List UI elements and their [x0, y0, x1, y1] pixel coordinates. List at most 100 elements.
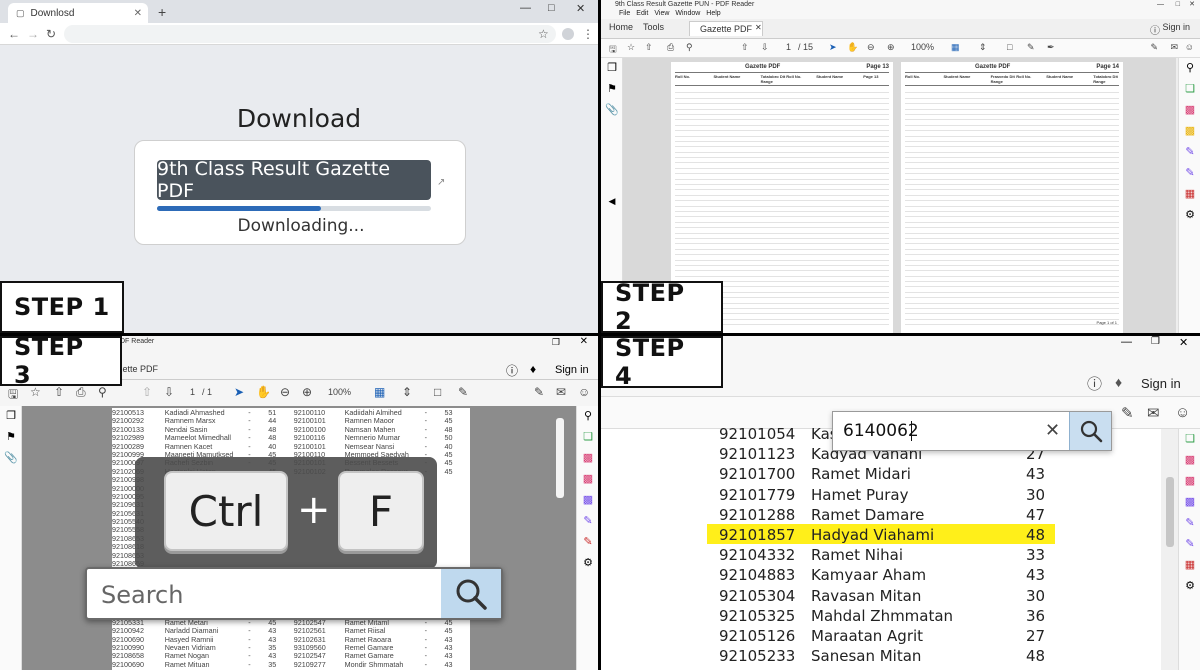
- export-pdf-icon[interactable]: ❏: [1179, 429, 1200, 450]
- select-cursor-icon[interactable]: ➤: [829, 42, 837, 53]
- profile-avatar[interactable]: [562, 28, 574, 40]
- minimize-icon[interactable]: —: [520, 2, 531, 14]
- share-user-icon[interactable]: ☺: [578, 385, 590, 399]
- zoom-in-icon[interactable]: ⊕: [887, 42, 895, 53]
- attachment-icon[interactable]: 📎: [0, 448, 22, 469]
- zoom-in-icon[interactable]: ⊕: [302, 385, 312, 399]
- organize-pages-icon[interactable]: ▦: [1179, 555, 1200, 576]
- attachment-icon[interactable]: 📎: [601, 100, 623, 121]
- menu-help[interactable]: Help: [706, 10, 720, 19]
- edit-pdf-icon[interactable]: ✎: [1179, 534, 1200, 555]
- tab-gazette-pdf[interactable]: zette PDF: [118, 364, 158, 374]
- highlight-pen-icon[interactable]: ✎: [458, 385, 468, 399]
- share-user-icon[interactable]: ☺: [1185, 42, 1194, 52]
- back-icon[interactable]: ←: [8, 27, 20, 41]
- download-pdf-button[interactable]: 9th Class Result Gazette PDF: [157, 158, 431, 202]
- close-window-icon[interactable]: ✕: [580, 336, 588, 347]
- scroll-mode-icon[interactable]: ⇕: [402, 385, 412, 399]
- close-tab-icon[interactable]: ✕: [134, 8, 142, 19]
- maximize-icon[interactable]: □: [548, 2, 555, 14]
- sign-in-link[interactable]: Sign in: [1162, 22, 1190, 32]
- more-tools-icon[interactable]: ⚙: [1179, 205, 1200, 226]
- print-icon[interactable]: ⎙: [667, 42, 674, 53]
- upload-icon[interactable]: ⇧: [645, 42, 653, 53]
- help-icon[interactable]: ⓘ: [1087, 373, 1102, 394]
- close-tab-icon[interactable]: ✕: [755, 23, 762, 32]
- pages-thumbnail-icon[interactable]: ❐: [601, 58, 623, 79]
- comment-tool-icon[interactable]: ▩: [1179, 492, 1200, 513]
- address-bar[interactable]: [64, 25, 556, 43]
- search-icon[interactable]: ⚲: [1179, 58, 1200, 79]
- fit-page-icon[interactable]: ▦: [951, 42, 960, 53]
- organize-pages-icon[interactable]: ▦: [1179, 184, 1200, 205]
- email-icon[interactable]: ✉: [1170, 42, 1178, 53]
- create-pdf-icon[interactable]: ▩: [1179, 450, 1200, 471]
- save-icon[interactable]: 🖫: [609, 42, 617, 58]
- highlight-pen-icon[interactable]: ✎: [1027, 42, 1035, 53]
- export-pdf-icon[interactable]: ❏: [577, 427, 598, 448]
- scroll-mode-icon[interactable]: ⇕: [979, 42, 987, 53]
- fill-sign-icon[interactable]: ✎: [577, 511, 598, 532]
- edit-pdf-icon[interactable]: ✎: [1179, 163, 1200, 184]
- sign-in-link[interactable]: Sign in: [1141, 376, 1181, 391]
- page-up-icon[interactable]: ⇧: [142, 385, 152, 399]
- fill-sign-icon[interactable]: ✎: [1179, 513, 1200, 534]
- edit-pdf-icon[interactable]: ✎: [577, 532, 598, 553]
- bookmark-icon[interactable]: ⚑: [0, 427, 22, 448]
- find-search-button[interactable]: [1069, 412, 1111, 450]
- browser-tab[interactable]: ▢ Downlosd ✕: [8, 3, 148, 23]
- fit-page-icon[interactable]: ▦: [374, 385, 385, 399]
- fill-sign-icon[interactable]: ✎: [1179, 142, 1200, 163]
- bookmark-icon[interactable]: ⚑: [601, 79, 623, 100]
- edit-pen-icon[interactable]: ✎: [1121, 404, 1134, 422]
- sign-icon[interactable]: ✒: [1047, 42, 1055, 53]
- comment-icon[interactable]: □: [434, 385, 441, 399]
- menu-kebab-icon[interactable]: ⋮: [582, 27, 594, 41]
- find-input[interactable]: 6140062: [843, 421, 919, 441]
- scrollbar-thumb[interactable]: [1166, 477, 1174, 547]
- menu-file[interactable]: File: [619, 10, 630, 19]
- menu-window[interactable]: Window: [675, 10, 700, 19]
- menu-edit[interactable]: Edit: [636, 10, 648, 19]
- comment-tool-icon[interactable]: ▩: [577, 490, 598, 511]
- find-search-button[interactable]: [441, 569, 501, 618]
- find-icon[interactable]: ⚲: [686, 42, 693, 53]
- menu-view[interactable]: View: [654, 10, 669, 19]
- share-user-icon[interactable]: ☺: [1175, 404, 1190, 421]
- tab-tools[interactable]: Tools: [643, 22, 664, 32]
- select-cursor-icon[interactable]: ➤: [234, 385, 244, 399]
- email-icon[interactable]: ✉: [1147, 404, 1160, 422]
- comment-tool-icon[interactable]: ▩: [1179, 121, 1200, 142]
- more-tools-icon[interactable]: ⚙: [577, 553, 598, 574]
- star-icon[interactable]: ☆: [538, 27, 549, 41]
- new-tab-icon[interactable]: +: [158, 4, 166, 20]
- close-window-icon[interactable]: ✕: [1179, 336, 1188, 349]
- sign-in-link[interactable]: Sign in: [555, 364, 589, 376]
- create-pdf-icon[interactable]: ▩: [577, 448, 598, 469]
- restore-icon[interactable]: ❐: [552, 337, 560, 348]
- clear-search-icon[interactable]: ✕: [1045, 420, 1060, 441]
- scrollbar-thumb[interactable]: [556, 418, 564, 498]
- export-pdf-icon[interactable]: ❏: [1179, 79, 1200, 100]
- external-link-icon[interactable]: ↗: [437, 177, 445, 188]
- notification-bell-icon[interactable]: ♦: [1115, 374, 1122, 390]
- combine-icon[interactable]: ▩: [577, 469, 598, 490]
- pages-thumbnail-icon[interactable]: ❐: [0, 406, 22, 427]
- zoom-out-icon[interactable]: ⊖: [280, 385, 290, 399]
- minimize-icon[interactable]: —: [1121, 336, 1132, 348]
- zoom-level[interactable]: 100%: [911, 42, 934, 52]
- combine-icon[interactable]: ▩: [1179, 471, 1200, 492]
- help-icon[interactable]: ⓘ: [506, 362, 518, 379]
- search-icon[interactable]: ⚲: [577, 406, 598, 427]
- bookmark-star-icon[interactable]: ☆: [627, 42, 635, 53]
- find-input[interactable]: Search: [101, 581, 183, 609]
- close-window-icon[interactable]: ✕: [1189, 0, 1195, 10]
- forward-icon[interactable]: →: [27, 27, 39, 41]
- page-number[interactable]: 1: [786, 42, 791, 52]
- tab-home[interactable]: Home: [609, 22, 633, 32]
- edit-pen-icon[interactable]: ✎: [1150, 42, 1158, 53]
- page-up-icon[interactable]: ⇧: [741, 42, 749, 53]
- email-icon[interactable]: ✉: [556, 385, 566, 399]
- close-window-icon[interactable]: ✕: [576, 2, 585, 15]
- hand-tool-icon[interactable]: ✋: [847, 42, 858, 53]
